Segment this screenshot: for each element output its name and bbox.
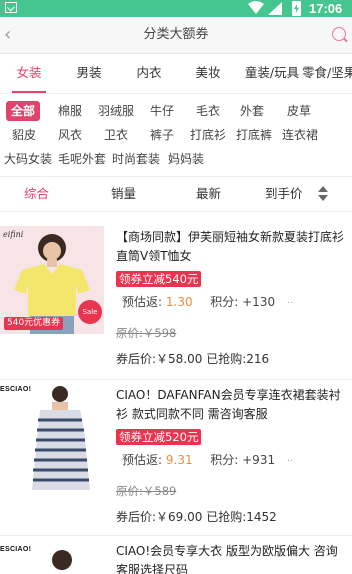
chip-all[interactable]: 全部: [6, 101, 41, 121]
after-coupon-row: 券后价:￥58.00 已抢购:216: [116, 350, 346, 367]
tab-beauty[interactable]: 美妆: [189, 54, 227, 93]
striped-dress-icon: [33, 418, 89, 482]
after-coupon-price: ￥58.00: [156, 352, 203, 366]
points-value: +931: [242, 453, 276, 467]
tab-underwear[interactable]: 内衣: [130, 54, 168, 93]
estimate-label: 预估返:: [122, 295, 163, 309]
search-icon[interactable]: [332, 27, 346, 41]
product-title[interactable]: CIAO！DAFANFAN会员专享连衣裙套装衬衫 款式同款不同 需咨询客服: [116, 386, 346, 424]
brand-mark: ESCIAO!: [0, 546, 32, 553]
sale-tag-icon: Sale: [78, 300, 102, 324]
sort-sales[interactable]: 销量: [111, 177, 136, 211]
sort-comprehensive[interactable]: 综合: [24, 177, 49, 211]
chip-outerwear[interactable]: 外套: [240, 101, 264, 121]
brand-mark: ESCIAO!: [0, 386, 32, 393]
original-price: 原价:￥598: [116, 326, 177, 340]
after-coupon-row: 券后价:￥69.00 已抢购:1452: [116, 508, 346, 525]
chip-leggings[interactable]: 打底裤: [236, 125, 272, 145]
status-bar: 17:06: [0, 0, 352, 17]
product-title[interactable]: 【商场同款】伊芙丽短袖女新款夏装打底衫直筒V领T恤女: [116, 228, 346, 266]
coupon-button[interactable]: 领券立减540元: [116, 271, 202, 287]
signal-icon: [268, 2, 282, 15]
subcategory-grid: 全部 棉服 羽绒服 牛仔 毛衣 外套 皮草 貂皮 风衣 卫衣 裤子 打底衫 打底…: [0, 99, 352, 171]
chip-pants[interactable]: 裤子: [150, 125, 174, 145]
product-info: CIAO!会员专享大衣 版型为欧版偏大 咨询客服选择尺码: [116, 542, 346, 574]
rebate-row: 预估返: 1.30 积分: +130 ··: [116, 293, 346, 310]
sort-final-price[interactable]: 到手价: [265, 177, 303, 211]
product-card[interactable]: ESCIAO! CIAO!会员专享大衣 版型为欧版偏大 咨询客服选择尺码: [0, 536, 352, 574]
notification-check-icon: [5, 2, 17, 13]
after-coupon-price: ￥69.00: [156, 510, 203, 524]
tab-kids-toys[interactable]: 童装/玩具: [242, 54, 302, 93]
chip-base-shirt[interactable]: 打底衫: [190, 125, 226, 145]
sold-count: 已抢购:216: [206, 352, 270, 366]
model-photo: [0, 380, 104, 492]
points-label: 积分:: [210, 295, 239, 309]
coupon-badge: 540元优惠券: [4, 317, 64, 330]
points-label: 积分:: [210, 453, 239, 467]
more-icon[interactable]: ··: [287, 298, 293, 309]
chip-denim[interactable]: 牛仔: [150, 101, 174, 121]
product-card[interactable]: eifini Sale 540元优惠券 【商场同款】伊芙丽短袖女新款夏装打底衫直…: [0, 222, 352, 380]
sort-toggle-icon[interactable]: [318, 186, 328, 202]
battery-charging-icon: [292, 1, 301, 16]
tab-women[interactable]: 女装: [10, 54, 48, 93]
chip-mom-wear[interactable]: 妈妈装: [168, 149, 204, 169]
points-value: +130: [242, 295, 276, 309]
estimate-value: 1.30: [165, 295, 193, 309]
sort-bar: 综合 销量 最新 到手价: [0, 176, 352, 212]
after-coupon-label: 券后价:: [116, 352, 157, 366]
estimate-value: 9.31: [165, 453, 193, 467]
product-card[interactable]: ESCIAO! CIAO！DAFANFAN会员专享连衣裙套装衬衫 款式同款不同 …: [0, 380, 352, 536]
brand-mark: eifini: [3, 230, 24, 239]
category-tabs: 女装 男装 内衣 美妆 童装/玩具 零食/坚果: [0, 54, 352, 94]
product-image[interactable]: ESCIAO!: [0, 540, 104, 574]
wifi-icon: [248, 1, 264, 14]
sort-down-icon: [318, 195, 328, 201]
product-info: 【商场同款】伊芙丽短袖女新款夏装打底衫直筒V领T恤女 领券立减540元 预估返:…: [116, 228, 346, 367]
rebate-row: 预估返: 9.31 积分: +931 ··: [116, 451, 346, 468]
title-bar: ‹ 分类大额券: [0, 17, 352, 54]
more-icon[interactable]: ··: [287, 456, 293, 467]
chip-fashion-set[interactable]: 时尚套装: [112, 149, 160, 169]
chip-cotton-coat[interactable]: 棉服: [58, 101, 82, 121]
page-title: 分类大额券: [143, 27, 209, 42]
coupon-button[interactable]: 领券立减520元: [116, 429, 202, 445]
chip-hoodie[interactable]: 卫衣: [104, 125, 128, 145]
estimate-label: 预估返:: [122, 453, 163, 467]
product-image[interactable]: eifini Sale 540元优惠券: [0, 226, 104, 334]
chip-fur[interactable]: 皮草: [287, 101, 311, 121]
sold-count: 已抢购:1452: [206, 510, 277, 524]
chip-dress[interactable]: 连衣裙: [282, 125, 318, 145]
product-title[interactable]: CIAO!会员专享大衣 版型为欧版偏大 咨询客服选择尺码: [116, 542, 346, 574]
chip-trench[interactable]: 风衣: [58, 125, 82, 145]
chip-down-jacket[interactable]: 羽绒服: [98, 101, 134, 121]
product-image[interactable]: ESCIAO!: [0, 380, 104, 492]
product-info: CIAO！DAFANFAN会员专享连衣裙套装衬衫 款式同款不同 需咨询客服 领券…: [116, 386, 346, 525]
chip-wool-coat[interactable]: 毛呢外套: [58, 149, 106, 169]
tab-snacks[interactable]: 零食/坚果: [302, 54, 352, 93]
tab-men[interactable]: 男装: [70, 54, 108, 93]
sort-newest[interactable]: 最新: [196, 177, 221, 211]
status-time: 17:06: [309, 1, 343, 16]
sort-up-icon: [318, 186, 328, 192]
chip-sweater[interactable]: 毛衣: [196, 101, 220, 121]
after-coupon-label: 券后价:: [116, 510, 157, 524]
original-price: 原价:￥589: [116, 484, 177, 498]
chip-plus-size[interactable]: 大码女装: [4, 149, 52, 169]
chip-mink[interactable]: 貂皮: [12, 125, 36, 145]
